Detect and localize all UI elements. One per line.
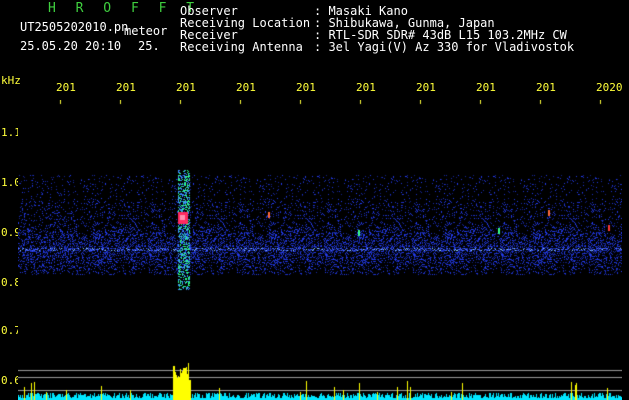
filename: UT2505202010.pn (20, 20, 129, 34)
time-tick-label: 201 (296, 81, 316, 94)
time-tick-label: 201 (476, 81, 496, 94)
time-tick-label: 201 (56, 81, 76, 94)
time-tick-label: 201 (116, 81, 136, 94)
time-tick-label: 201 (236, 81, 256, 94)
time-tick-label: 201 (536, 81, 556, 94)
datetime: 25.05.20 20:10 (20, 39, 122, 53)
time-tick-label: 201 (356, 81, 376, 94)
time-tick-label: 2020 (596, 81, 623, 94)
time-tick-label: 201 (176, 81, 196, 94)
antenna-label: Receiving Antenna (180, 40, 303, 54)
count: 25. (138, 39, 160, 53)
program-title: H R O F F T (48, 1, 201, 16)
time-tick-label: 201 (416, 81, 436, 94)
time-axis: 201 201 201 201 201 201 201 201 201 2020 (0, 81, 629, 95)
mode-label: meteor (124, 24, 168, 38)
antenna-value: : 3el Yagi(V) Az 330 for Vladivostok (314, 40, 575, 54)
spectrogram-plot (18, 100, 622, 400)
